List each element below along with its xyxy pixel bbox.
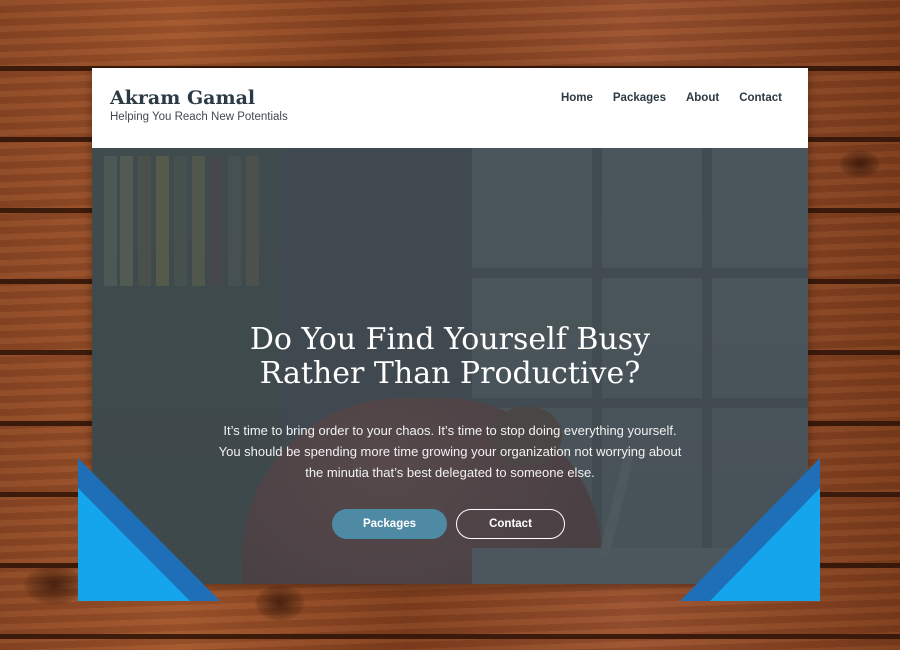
packages-button[interactable]: Packages bbox=[332, 509, 447, 539]
hero-description-line: the minutia that’s best delegated to som… bbox=[305, 465, 595, 480]
contact-button[interactable]: Contact bbox=[456, 509, 565, 539]
hero-description-line: It’s time to bring order to your chaos. … bbox=[223, 423, 677, 438]
wood-knot bbox=[24, 565, 84, 605]
site-title[interactable]: Akram Gamal bbox=[110, 87, 255, 109]
nav-item-packages[interactable]: Packages bbox=[613, 92, 666, 104]
hero-section: Do You Find Yourself Busy Rather Than Pr… bbox=[92, 148, 808, 584]
hero-description-line: You should be spending more time growing… bbox=[218, 444, 682, 459]
nav-item-home[interactable]: Home bbox=[561, 92, 593, 104]
nav-item-about[interactable]: About bbox=[686, 92, 719, 104]
website-card: Akram Gamal Helping You Reach New Potent… bbox=[92, 68, 808, 584]
wood-knot bbox=[840, 150, 880, 178]
main-nav: Home Packages About Contact bbox=[561, 92, 782, 104]
hero-description: It’s time to bring order to your chaos. … bbox=[180, 420, 720, 483]
site-header: Akram Gamal Helping You Reach New Potent… bbox=[92, 68, 808, 148]
wood-knot bbox=[255, 585, 305, 621]
site-tagline: Helping You Reach New Potentials bbox=[110, 111, 288, 123]
hero-content: Do You Find Yourself Busy Rather Than Pr… bbox=[92, 148, 808, 584]
hero-headline-line: Rather Than Productive? bbox=[259, 356, 641, 391]
hero-headline-line: Do You Find Yourself Busy bbox=[249, 322, 651, 357]
nav-item-contact[interactable]: Contact bbox=[739, 92, 782, 104]
hero-headline: Do You Find Yourself Busy Rather Than Pr… bbox=[150, 323, 750, 391]
